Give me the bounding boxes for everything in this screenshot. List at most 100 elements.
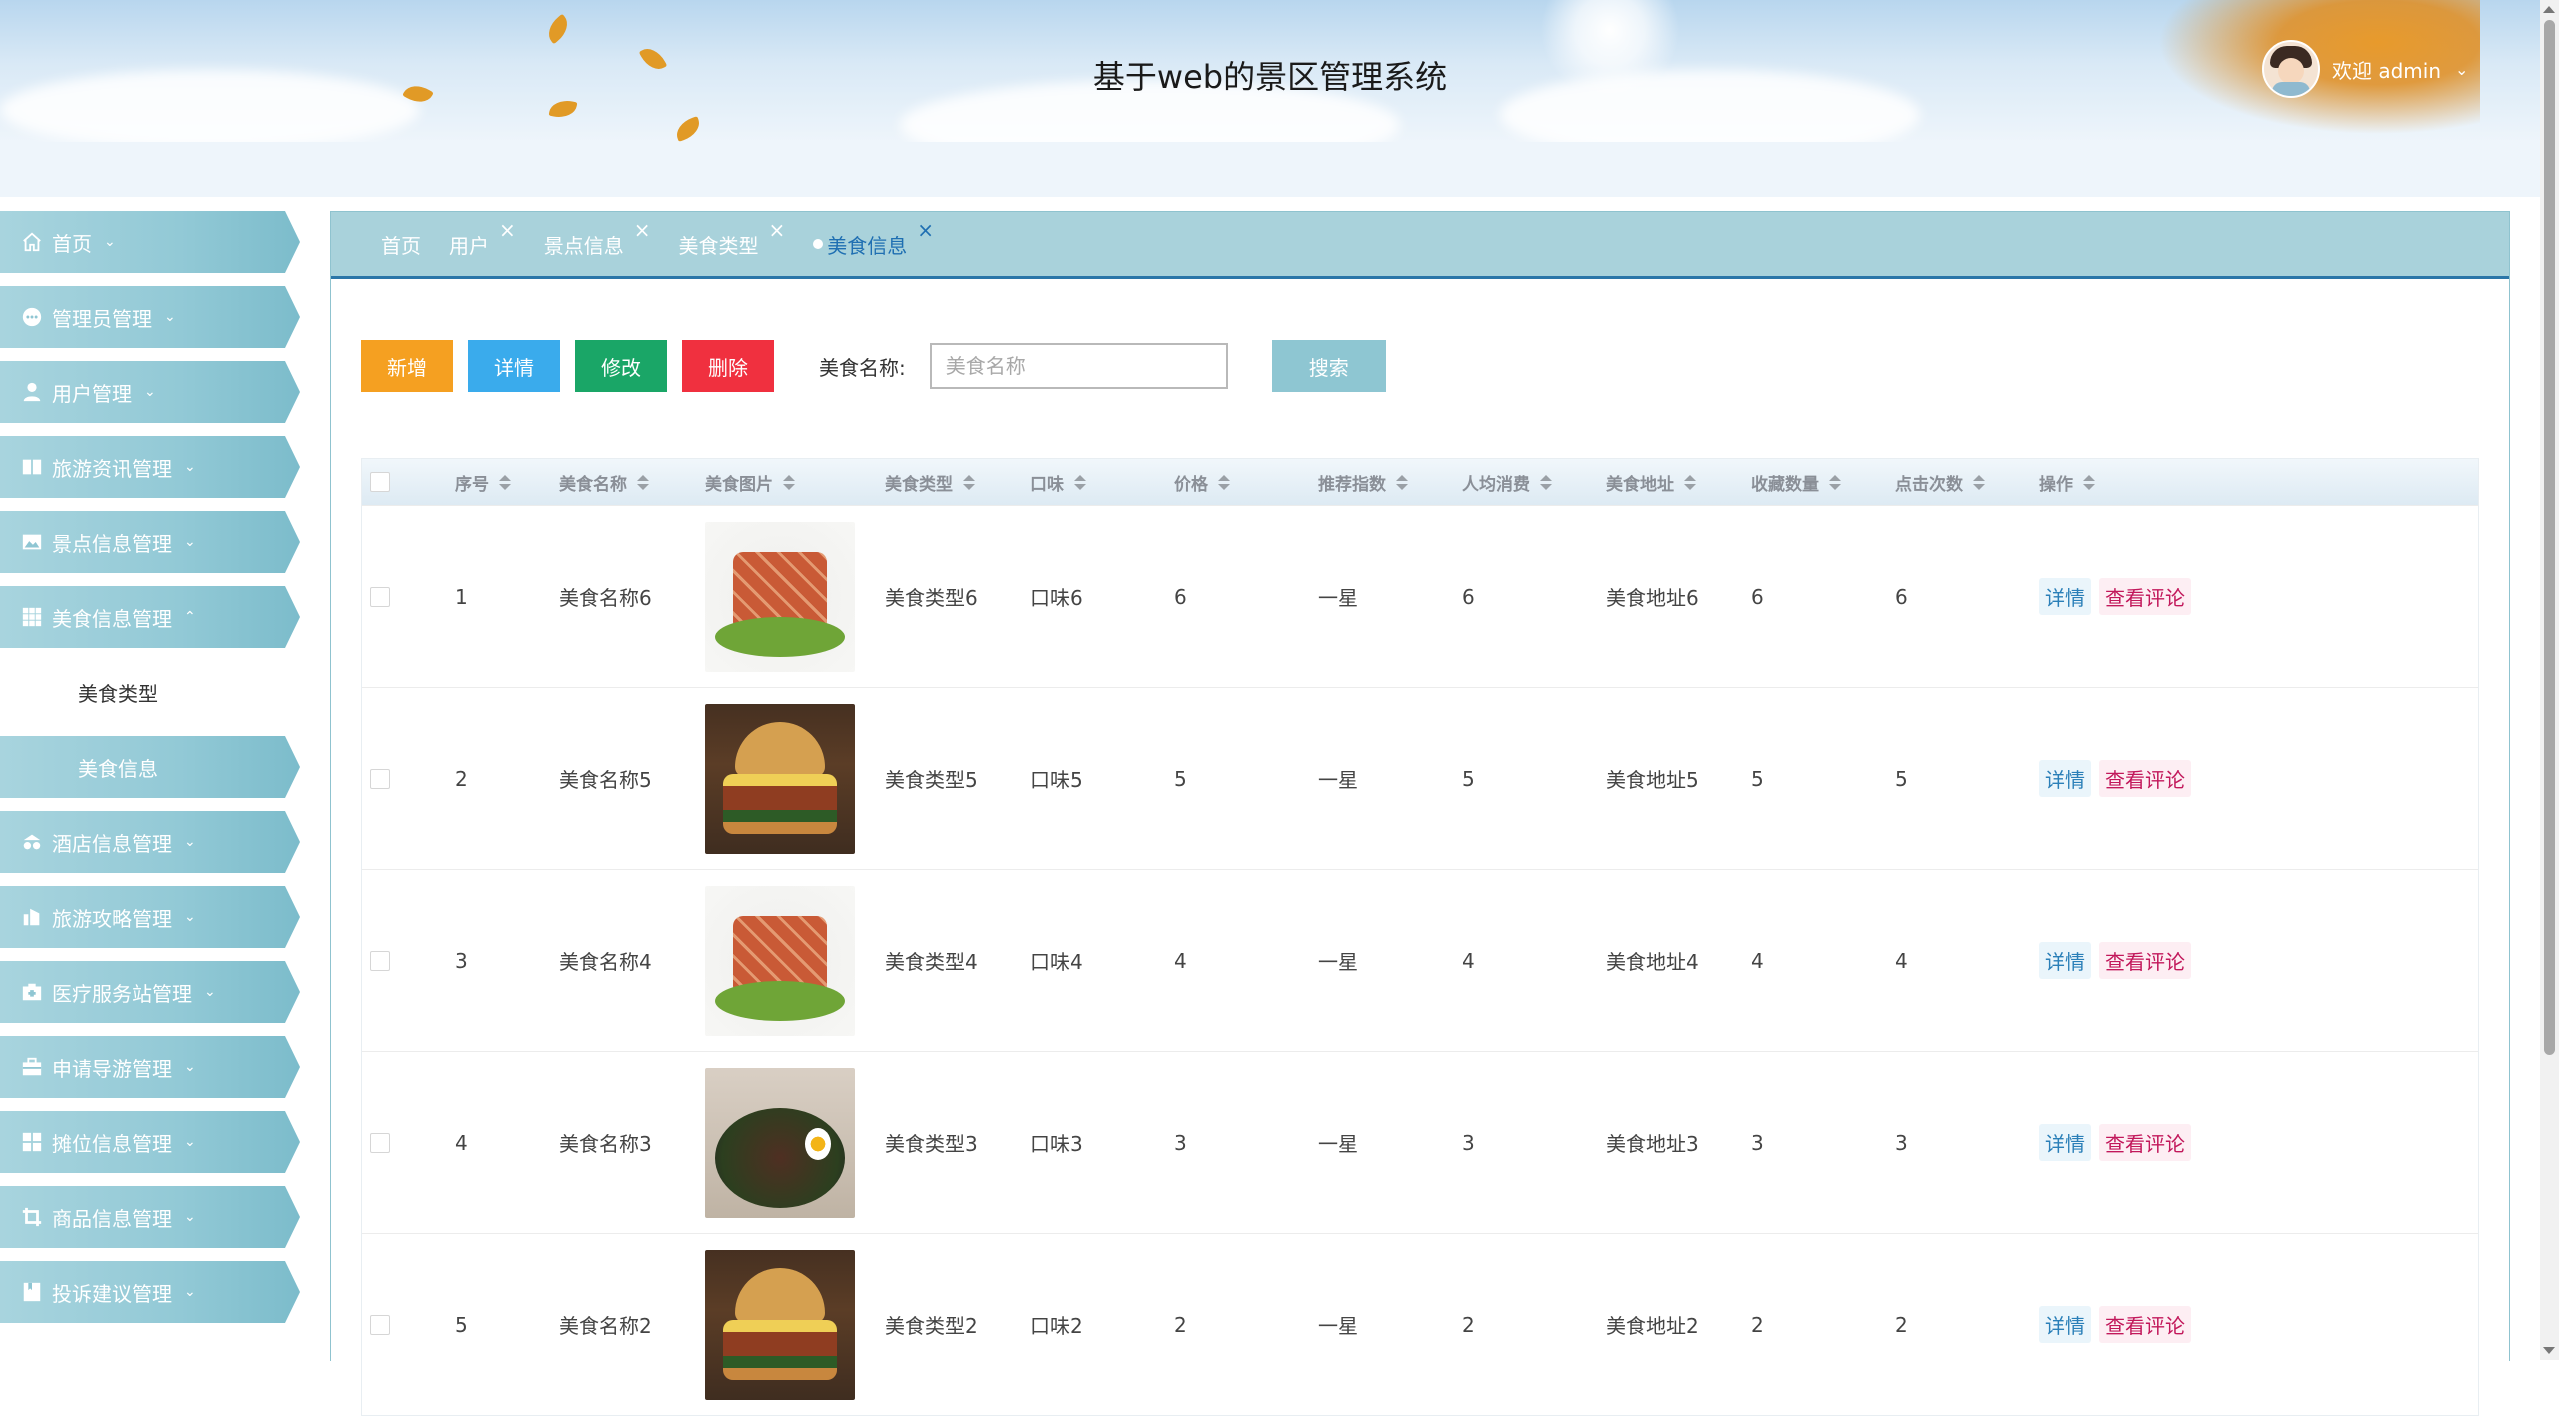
sidebar-item-complaint[interactable]: 投诉建议管理 ⌄ bbox=[0, 1261, 300, 1323]
sidebar-subitem-food-type[interactable]: 美食类型 bbox=[0, 661, 300, 723]
column-header[interactable]: 美食名称 bbox=[555, 470, 701, 495]
food-image bbox=[705, 521, 855, 672]
delete-button[interactable]: 删除 bbox=[682, 340, 774, 392]
close-icon[interactable]: × bbox=[634, 218, 651, 242]
column-header[interactable]: 价格 bbox=[1170, 470, 1314, 495]
table-body: 1 美食名称6 美食类型6 口味6 6 一星 6 美食地址6 6 6 详情 查看评论 2 美食名称5 美食类… bbox=[362, 505, 2478, 1415]
row-detail-button[interactable]: 详情 bbox=[2039, 578, 2091, 615]
tab-bar: 首页 用户 × 景点信息 × 美食类型 × 美食信息 × bbox=[331, 212, 2509, 279]
table-cell: 美食名称2 bbox=[559, 1314, 652, 1338]
page-scrollbar[interactable] bbox=[2540, 0, 2559, 1360]
column-header[interactable]: 点击次数 bbox=[1891, 470, 2035, 495]
table-cell: 6 bbox=[1462, 584, 1475, 609]
row-comment-button[interactable]: 查看评论 bbox=[2099, 1306, 2191, 1343]
tab-home[interactable]: 首页 bbox=[381, 230, 421, 259]
chevron-down-icon: ⌄ bbox=[184, 1134, 196, 1150]
column-header[interactable]: 美食地址 bbox=[1602, 470, 1747, 495]
table-cell: 3 bbox=[455, 948, 468, 973]
add-button[interactable]: 新增 bbox=[361, 340, 453, 392]
sidebar-item-guide[interactable]: 申请导游管理 ⌄ bbox=[0, 1036, 300, 1098]
medical-icon bbox=[20, 980, 44, 1004]
sidebar-item-admin[interactable]: 管理员管理 ⌄ bbox=[0, 286, 300, 348]
column-header[interactable]: 操作 bbox=[2035, 470, 2335, 495]
detail-button[interactable]: 详情 bbox=[468, 340, 560, 392]
table-cell: 6 bbox=[1895, 584, 1908, 609]
row-checkbox[interactable] bbox=[370, 586, 390, 607]
search-button[interactable]: 搜索 bbox=[1271, 340, 1386, 392]
toolbar: 新增 详情 修改 删除 美食名称: 搜索 bbox=[361, 340, 1401, 392]
scroll-down-icon[interactable] bbox=[2543, 1347, 2555, 1354]
scrollbar-thumb[interactable] bbox=[2544, 20, 2555, 1055]
column-header[interactable]: 序号 bbox=[451, 470, 555, 495]
sort-icon bbox=[1396, 474, 1408, 490]
sidebar-item-home[interactable]: 首页 ⌄ bbox=[0, 211, 300, 273]
table-cell: 5 bbox=[455, 1312, 468, 1337]
sidebar-item-label: 首页 bbox=[52, 231, 92, 256]
close-icon[interactable]: × bbox=[499, 218, 516, 242]
table-cell: 2 bbox=[455, 766, 468, 791]
column-header[interactable]: 口味 bbox=[1026, 470, 1170, 495]
sidebar-item-scenic[interactable]: 景点信息管理 ⌄ bbox=[0, 511, 300, 573]
tab-food-info[interactable]: 美食信息 × bbox=[813, 218, 934, 259]
search-input[interactable] bbox=[929, 343, 1228, 389]
tab-food-type[interactable]: 美食类型 × bbox=[679, 218, 786, 259]
table-cell: 3 bbox=[1462, 1130, 1475, 1155]
chevron-down-icon: ⌄ bbox=[104, 234, 116, 250]
row-comment-button[interactable]: 查看评论 bbox=[2099, 578, 2191, 615]
table-row: 5 美食名称2 美食类型2 口味2 2 一星 2 美食地址2 2 2 详情 查看评论 bbox=[362, 1233, 2478, 1415]
sidebar-item-stall[interactable]: 摊位信息管理 ⌄ bbox=[0, 1111, 300, 1173]
row-comment-button[interactable]: 查看评论 bbox=[2099, 1124, 2191, 1161]
strategy-icon bbox=[20, 905, 44, 929]
row-detail-button[interactable]: 详情 bbox=[2039, 1124, 2091, 1161]
tab-scenic[interactable]: 景点信息 × bbox=[544, 218, 651, 259]
select-all-checkbox[interactable] bbox=[370, 472, 390, 492]
user-menu[interactable]: 欢迎 admin ⌄ bbox=[2262, 40, 2468, 98]
sidebar-item-strategy[interactable]: 旅游攻略管理 ⌄ bbox=[0, 886, 300, 948]
sidebar-item-users[interactable]: 用户管理 ⌄ bbox=[0, 361, 300, 423]
row-detail-button[interactable]: 详情 bbox=[2039, 1306, 2091, 1343]
table-cell: 6 bbox=[1751, 584, 1764, 609]
scroll-up-icon[interactable] bbox=[2543, 6, 2555, 13]
chevron-down-icon[interactable]: ⌄ bbox=[2455, 60, 2468, 79]
row-checkbox[interactable] bbox=[370, 950, 390, 971]
sidebar-item-medical[interactable]: 医疗服务站管理 ⌄ bbox=[0, 961, 300, 1023]
row-comment-button[interactable]: 查看评论 bbox=[2099, 760, 2191, 797]
table-cell: 4 bbox=[1895, 948, 1908, 973]
sidebar-item-goods[interactable]: 商品信息管理 ⌄ bbox=[0, 1186, 300, 1248]
sidebar-subitem-food-info[interactable]: 美食信息 bbox=[0, 736, 300, 798]
sidebar-item-label: 申请导游管理 bbox=[52, 1056, 172, 1081]
column-header[interactable]: 推荐指数 bbox=[1314, 470, 1458, 495]
close-icon[interactable]: × bbox=[769, 218, 786, 242]
tab-label: 用户 bbox=[449, 233, 489, 258]
tab-users[interactable]: 用户 × bbox=[449, 218, 516, 259]
column-header[interactable]: 美食图片 bbox=[701, 470, 881, 495]
table-cell: 美食名称3 bbox=[559, 1132, 652, 1156]
book-icon bbox=[20, 1280, 44, 1304]
table-header: 序号 美食名称 美食图片 美食类型 口味 价格 推荐指数 人均消费 美食地址 收… bbox=[362, 459, 2478, 505]
row-detail-button[interactable]: 详情 bbox=[2039, 942, 2091, 979]
table-cell: 口味2 bbox=[1030, 1314, 1083, 1338]
close-icon[interactable]: × bbox=[917, 218, 934, 242]
chevron-down-icon: ⌄ bbox=[184, 534, 196, 550]
sidebar-item-label: 旅游攻略管理 bbox=[52, 906, 172, 931]
sort-icon bbox=[1973, 474, 1985, 490]
sidebar-item-hotel[interactable]: 酒店信息管理 ⌄ bbox=[0, 811, 300, 873]
row-detail-button[interactable]: 详情 bbox=[2039, 760, 2091, 797]
sidebar-item-label: 酒店信息管理 bbox=[52, 831, 172, 856]
row-comment-button[interactable]: 查看评论 bbox=[2099, 942, 2191, 979]
home-icon bbox=[20, 230, 44, 254]
table-cell: 3 bbox=[1174, 1130, 1187, 1155]
column-header[interactable]: 人均消费 bbox=[1458, 470, 1602, 495]
sidebar-item-food[interactable]: 美食信息管理 ⌃ bbox=[0, 586, 300, 648]
row-checkbox[interactable] bbox=[370, 1132, 390, 1153]
table-row: 3 美食名称4 美食类型4 口味4 4 一星 4 美食地址4 4 4 详情 查看评论 bbox=[362, 869, 2478, 1051]
edit-button[interactable]: 修改 bbox=[575, 340, 667, 392]
sort-icon bbox=[1218, 474, 1230, 490]
row-checkbox[interactable] bbox=[370, 1314, 390, 1335]
column-header[interactable]: 收藏数量 bbox=[1747, 470, 1891, 495]
sidebar-item-news[interactable]: 旅游资讯管理 ⌄ bbox=[0, 436, 300, 498]
column-header[interactable]: 美食类型 bbox=[881, 470, 1026, 495]
table-cell: 5 bbox=[1462, 766, 1475, 791]
row-checkbox[interactable] bbox=[370, 768, 390, 789]
sidebar-subitem-label: 美食类型 bbox=[78, 681, 158, 706]
